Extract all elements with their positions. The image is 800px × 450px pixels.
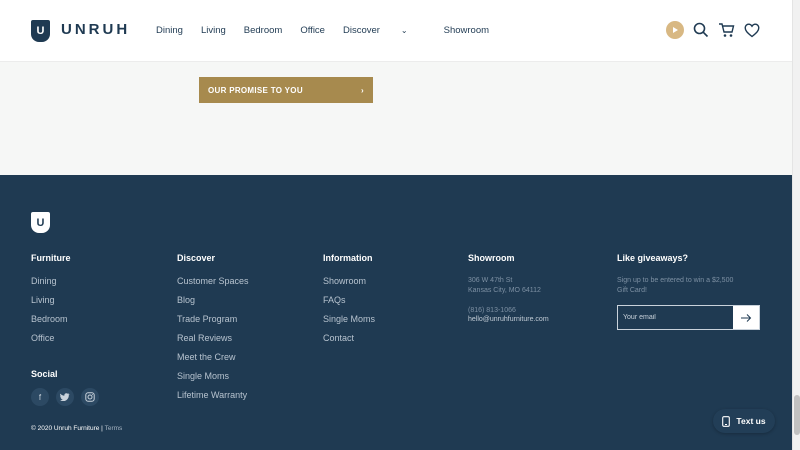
footer-social-title: Social <box>31 369 58 379</box>
text-us-label: Text us <box>736 416 766 426</box>
footer-link-trade-program[interactable]: Trade Program <box>177 314 249 333</box>
nav-discover-label: Discover <box>342 25 380 36</box>
nav-showroom[interactable]: Showroom <box>444 25 489 36</box>
chevron-right-icon: › <box>361 85 364 95</box>
chevron-down-icon: ⌄ <box>400 26 408 35</box>
footer-link-showroom[interactable]: Showroom <box>323 276 375 295</box>
footer-link-contact[interactable]: Contact <box>323 333 375 352</box>
giveaways-text-line2: Gift Card! <box>617 287 647 294</box>
copyright: © 2020 Unruh Furniture | Terms <box>31 425 122 432</box>
footer-link-customer-spaces[interactable]: Customer Spaces <box>177 276 249 295</box>
footer-link-living[interactable]: Living <box>31 295 71 314</box>
arrow-right-icon <box>741 313 752 322</box>
footer-link-single-moms-info[interactable]: Single Moms <box>323 314 375 333</box>
giveaways-text-line1: Sign up to be entered to win a $2,500 <box>617 277 734 284</box>
showroom-address-line2: Kansas City, MO 64112 <box>468 287 541 294</box>
page-scrollbar[interactable] <box>792 0 800 450</box>
twitter-icon[interactable] <box>56 388 74 406</box>
footer-link-blog[interactable]: Blog <box>177 295 249 314</box>
footer-giveaways-title: Like giveaways? <box>617 253 689 263</box>
phone-icon <box>722 415 731 427</box>
footer-link-dining[interactable]: Dining <box>31 276 71 295</box>
newsletter-email-input[interactable] <box>618 306 733 329</box>
footer-link-single-moms[interactable]: Single Moms <box>177 371 249 390</box>
cart-icon[interactable] <box>718 22 735 38</box>
scrollbar-thumb[interactable] <box>794 395 800 435</box>
logo-badge[interactable]: U <box>31 20 50 42</box>
footer-discover-column: Discover Customer Spaces Blog Trade Prog… <box>177 253 249 409</box>
heart-icon[interactable] <box>744 22 760 38</box>
footer-furniture-title: Furniture <box>31 253 71 263</box>
footer-showroom-title: Showroom <box>468 253 515 263</box>
site-header: U UNRUH Dining Living Bedroom Office Dis… <box>0 0 792 62</box>
showroom-phone[interactable]: (816) 813-1066 <box>468 306 549 316</box>
instagram-icon[interactable] <box>81 388 99 406</box>
showroom-address-line1: 306 W 47th St <box>468 277 513 284</box>
nav-bedroom[interactable]: Bedroom <box>244 25 283 36</box>
footer-social: Social f <box>31 369 99 406</box>
footer-logo[interactable]: U <box>31 212 50 233</box>
footer-showroom-column: Showroom 306 W 47th St Kansas City, MO 6… <box>468 253 549 323</box>
facebook-icon[interactable]: f <box>31 388 49 406</box>
footer-link-office[interactable]: Office <box>31 333 71 352</box>
terms-link[interactable]: Terms <box>105 425 123 432</box>
footer-link-bedroom[interactable]: Bedroom <box>31 314 71 333</box>
nav-office[interactable]: Office <box>300 25 325 36</box>
footer-furniture-column: Furniture Dining Living Bedroom Office <box>31 253 71 352</box>
nav-dining[interactable]: Dining <box>156 25 183 36</box>
nav-living[interactable]: Living <box>201 25 226 36</box>
showroom-email[interactable]: hello@unruhfurniture.com <box>468 316 549 323</box>
main-nav: Dining Living Bedroom Office Discover ⌄ S… <box>156 25 507 36</box>
social-icons: f <box>31 388 99 406</box>
logo-text[interactable]: UNRUH <box>61 21 130 38</box>
header-icons <box>666 21 760 39</box>
footer-information-title: Information <box>323 253 373 263</box>
site-footer: U Furniture Dining Living Bedroom Office… <box>0 175 792 450</box>
footer-link-faqs[interactable]: FAQs <box>323 295 375 314</box>
nav-discover[interactable]: Discover ⌄ <box>343 25 426 36</box>
text-us-button[interactable]: Text us <box>713 409 775 433</box>
footer-information-column: Information Showroom FAQs Single Moms Co… <box>323 253 375 352</box>
footer-link-lifetime-warranty[interactable]: Lifetime Warranty <box>177 390 249 409</box>
our-promise-button[interactable]: OUR PROMISE TO YOU › <box>199 77 373 103</box>
newsletter-form <box>617 305 760 330</box>
footer-discover-title: Discover <box>177 253 216 263</box>
search-icon[interactable] <box>693 22 709 38</box>
our-promise-label: OUR PROMISE TO YOU <box>208 85 303 95</box>
copyright-text: © 2020 Unruh Furniture | <box>31 425 103 432</box>
footer-link-meet-the-crew[interactable]: Meet the Crew <box>177 352 249 371</box>
footer-link-real-reviews[interactable]: Real Reviews <box>177 333 249 352</box>
play-icon[interactable] <box>666 21 684 39</box>
footer-giveaways-column: Like giveaways? Sign up to be entered to… <box>617 253 760 330</box>
newsletter-submit-button[interactable] <box>733 306 759 329</box>
